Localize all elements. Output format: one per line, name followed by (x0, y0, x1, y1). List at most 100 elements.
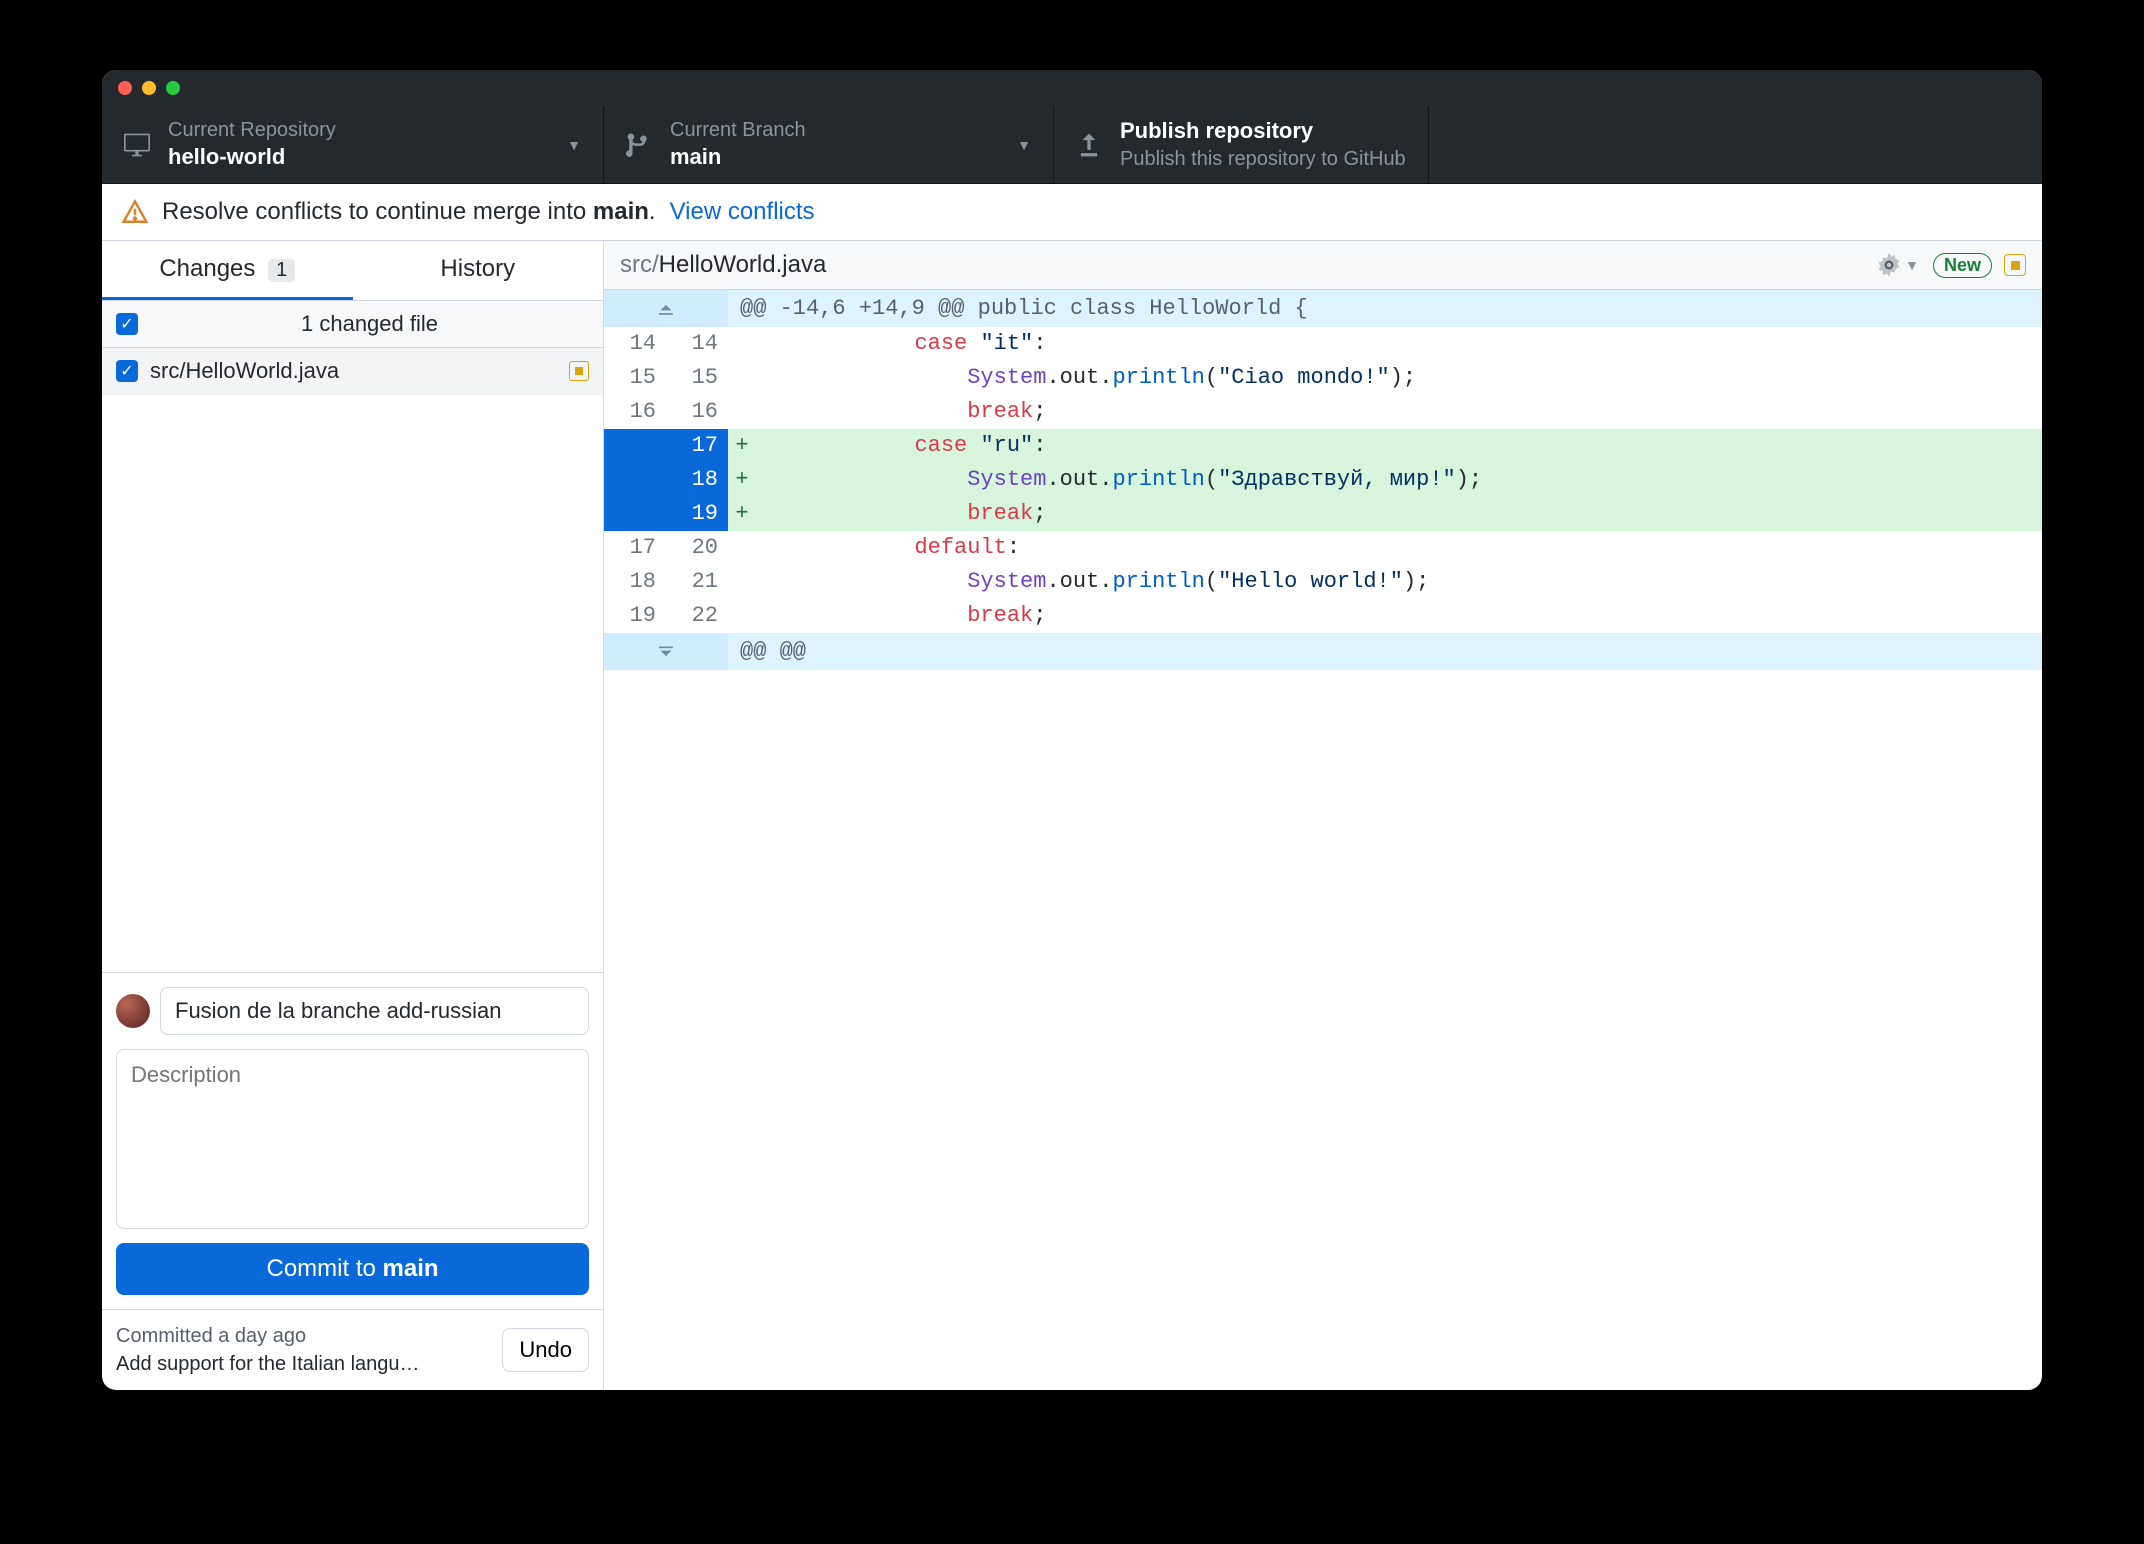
diff-header: src/HelloWorld.java ▼ New (604, 241, 2042, 290)
modified-icon (2004, 254, 2026, 276)
diff-sign (728, 395, 756, 429)
line-number-new: 16 (666, 395, 728, 429)
sidebar-tabs: Changes 1 History (102, 241, 603, 301)
branch-label: Current Branch (670, 117, 999, 143)
hunk-header[interactable]: @@ -14,6 +14,9 @@ public class HelloWorl… (604, 290, 2042, 327)
file-name: src/HelloWorld.java (150, 358, 557, 384)
diff-sign (728, 327, 756, 361)
publish-button[interactable]: Publish repository Publish this reposito… (1054, 106, 1429, 183)
branch-value: main (670, 143, 999, 172)
select-all-checkbox[interactable]: ✓ (116, 313, 138, 335)
banner-text: Resolve conflicts to continue merge into… (162, 198, 656, 226)
sidebar: Changes 1 History ✓ 1 changed file ✓ src… (102, 241, 604, 1390)
diff-content: case "ru": (756, 429, 2042, 463)
app-window: Current Repository hello-world ▼ Current… (102, 70, 2042, 1390)
window-close-button[interactable] (118, 81, 132, 95)
chevron-down-icon: ▼ (1017, 137, 1031, 153)
avatar (116, 994, 150, 1028)
window-maximize-button[interactable] (166, 81, 180, 95)
diff-line[interactable]: 1821 System.out.println("Hello world!"); (604, 565, 2042, 599)
line-number-old (604, 463, 666, 497)
publish-label: Publish repository (1120, 117, 1406, 146)
diff-line[interactable]: 18+ System.out.println("Здравствуй, мир!… (604, 463, 2042, 497)
diff-code: 1414 case "it":1515 System.out.println("… (604, 327, 2042, 633)
repo-label: Current Repository (168, 117, 549, 143)
commit-button[interactable]: Commit to main (116, 1243, 589, 1295)
upload-icon (1076, 132, 1102, 158)
undo-title: Add support for the Italian langu… (116, 1350, 490, 1378)
chevron-down-icon: ▼ (1905, 257, 1919, 273)
diff-content: default: (756, 531, 2042, 565)
changes-count-badge: 1 (268, 259, 295, 282)
line-number-old: 16 (604, 395, 666, 429)
main-area: Changes 1 History ✓ 1 changed file ✓ src… (102, 241, 2042, 1390)
diff-line[interactable]: 1414 case "it": (604, 327, 2042, 361)
diff-sign: + (728, 429, 756, 463)
diff-content: break; (756, 497, 2042, 531)
line-number-old (604, 429, 666, 463)
line-number-old (604, 497, 666, 531)
diff-line[interactable]: 1720 default: (604, 531, 2042, 565)
undo-button[interactable]: Undo (502, 1328, 589, 1372)
line-number-old: 19 (604, 599, 666, 633)
diff-line[interactable]: 1616 break; (604, 395, 2042, 429)
file-row[interactable]: ✓ src/HelloWorld.java (102, 348, 603, 395)
desktop-icon (124, 132, 150, 158)
diff-content: System.out.println("Здравствуй, мир!"); (756, 463, 2042, 497)
diff-sign (728, 599, 756, 633)
line-number-old: 17 (604, 531, 666, 565)
toolbar: Current Repository hello-world ▼ Current… (102, 106, 2042, 184)
undo-bar: Committed a day ago Add support for the … (102, 1309, 603, 1390)
branch-icon (626, 132, 652, 158)
diff-line[interactable]: 19+ break; (604, 497, 2042, 531)
expand-down-icon[interactable] (604, 633, 728, 670)
diff-line[interactable]: 1922 break; (604, 599, 2042, 633)
file-checkbox[interactable]: ✓ (116, 360, 138, 382)
diff-line[interactable]: 1515 System.out.println("Ciao mondo!"); (604, 361, 2042, 395)
line-number-new: 19 (666, 497, 728, 531)
diff-content: System.out.println("Hello world!"); (756, 565, 2042, 599)
expand-up-icon[interactable] (604, 290, 728, 327)
line-number-old: 14 (604, 327, 666, 361)
line-number-old: 18 (604, 565, 666, 599)
changes-header: ✓ 1 changed file (102, 301, 603, 348)
merge-conflict-banner: Resolve conflicts to continue merge into… (102, 184, 2042, 241)
commit-description-input[interactable] (116, 1049, 589, 1229)
diff-panel: src/HelloWorld.java ▼ New @@ -14,6 +14,9… (604, 241, 2042, 1390)
diff-content: System.out.println("Ciao mondo!"); (756, 361, 2042, 395)
view-conflicts-link[interactable]: View conflicts (670, 198, 815, 226)
diff-sign (728, 361, 756, 395)
warning-icon (122, 199, 148, 225)
diff-line[interactable]: 17+ case "ru": (604, 429, 2042, 463)
diff-content: break; (756, 395, 2042, 429)
diff-sign (728, 531, 756, 565)
commit-summary-input[interactable] (160, 987, 589, 1035)
line-number-new: 17 (666, 429, 728, 463)
tab-changes[interactable]: Changes 1 (102, 241, 353, 300)
line-number-new: 20 (666, 531, 728, 565)
hunk-footer[interactable]: @@ @@ (604, 633, 2042, 670)
line-number-new: 14 (666, 327, 728, 361)
new-badge: New (1933, 253, 1992, 278)
undo-time: Committed a day ago (116, 1322, 490, 1350)
diff-sign: + (728, 497, 756, 531)
publish-sub: Publish this repository to GitHub (1120, 146, 1406, 172)
titlebar (102, 70, 2042, 106)
changed-files-label: 1 changed file (150, 311, 589, 337)
line-number-new: 21 (666, 565, 728, 599)
line-number-old: 15 (604, 361, 666, 395)
window-minimize-button[interactable] (142, 81, 156, 95)
line-number-new: 18 (666, 463, 728, 497)
tab-history[interactable]: History (353, 241, 604, 300)
repo-selector[interactable]: Current Repository hello-world ▼ (102, 106, 604, 183)
branch-selector[interactable]: Current Branch main ▼ (604, 106, 1054, 183)
diff-content: break; (756, 599, 2042, 633)
line-number-new: 15 (666, 361, 728, 395)
diff-content: case "it": (756, 327, 2042, 361)
modified-icon (569, 361, 589, 381)
diff-settings-button[interactable]: ▼ (1877, 253, 1919, 277)
commit-form: Commit to main (102, 972, 603, 1309)
chevron-down-icon: ▼ (567, 137, 581, 153)
line-number-new: 22 (666, 599, 728, 633)
diff-sign (728, 565, 756, 599)
